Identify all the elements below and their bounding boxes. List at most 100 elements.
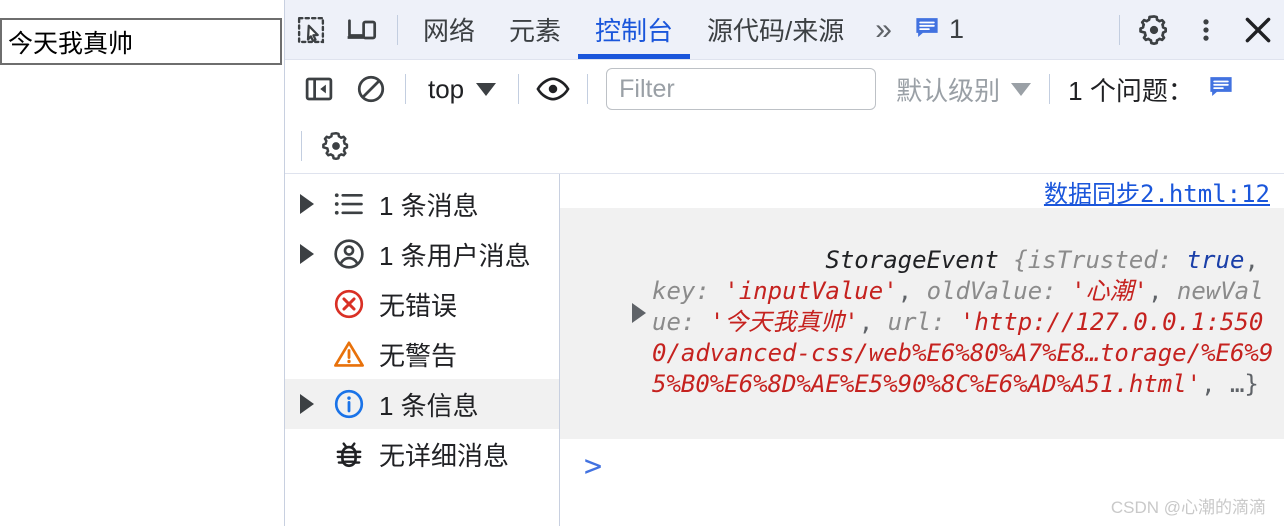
sep-0: ,	[1244, 246, 1274, 274]
more-tabs-label: »	[875, 12, 892, 46]
console-prompt[interactable]: >	[560, 439, 1284, 495]
sidebar-item-label: 无错误	[379, 290, 458, 321]
tab-network[interactable]: 网络	[406, 0, 492, 59]
source-link[interactable]: 数据同步2.html:12	[1044, 174, 1270, 209]
bug-icon	[331, 438, 367, 470]
field-sep-3: :	[680, 308, 710, 336]
sidebar-item-info[interactable]: 1 条信息	[285, 379, 559, 429]
gear-icon[interactable]	[1128, 0, 1180, 59]
sidebar-item-messages[interactable]: 1 条消息	[285, 179, 559, 229]
console-settings-toolbar	[285, 118, 1284, 174]
sidebar-item-label: 1 条消息	[379, 190, 479, 221]
filterbar-divider-1	[405, 74, 406, 104]
filter-input[interactable]	[606, 68, 877, 110]
devtools-panel: 网络 元素 控制台 源代码/来源 » 1 top Filter 默认级别 1 个…	[284, 0, 1284, 526]
filterbar-divider-4	[1049, 74, 1051, 104]
tabbar-right-controls	[1111, 0, 1284, 59]
field-value-3: '今天我真帅'	[709, 308, 859, 336]
field-sep-2: :	[1042, 277, 1072, 305]
console-filter-toolbar: top 默认级别 1 个问题：	[285, 59, 1284, 118]
console-sidebar: 1 条消息 1 条用户消息 无错误 无警告 1 条信息 无详细消息	[285, 174, 560, 526]
source-link-row: 数据同步2.html:12	[560, 174, 1284, 208]
message-count-value: 1	[948, 14, 964, 44]
devtools-tabbar: 网络 元素 控制台 源代码/来源 » 1	[285, 0, 1284, 59]
message-icon	[914, 14, 940, 45]
disclosure-triangle-icon[interactable]	[295, 394, 319, 414]
sidebar-item-user-messages[interactable]: 1 条用户消息	[285, 229, 559, 279]
field-value-2: '心潮'	[1071, 277, 1148, 305]
field-key-4: url	[887, 308, 931, 336]
sep-3: ,	[858, 308, 888, 336]
page-top-spacer	[0, 0, 284, 18]
clear-console-icon[interactable]	[345, 60, 397, 119]
tab-sources[interactable]: 源代码/来源	[690, 0, 861, 59]
message-ellipsis-tail: , …}	[1201, 370, 1259, 398]
tab-elements[interactable]: 元素	[492, 0, 578, 59]
log-level-value: 默认级别	[896, 75, 1001, 106]
tab-console-label: 控制台	[595, 16, 674, 46]
console-message[interactable]: StorageEvent {isTrusted: true, key: 'inp…	[560, 208, 1284, 439]
gear-icon[interactable]	[310, 116, 362, 175]
sep-2: ,	[1147, 277, 1177, 305]
list-icon	[331, 191, 367, 217]
console-message-text: StorageEvent {isTrusted: true, key: 'inp…	[652, 214, 1274, 431]
console-body: 1 条消息 1 条用户消息 无错误 无警告 1 条信息 无详细消息 数据同步2.…	[285, 174, 1284, 526]
disclosure-triangle-icon[interactable]	[632, 303, 646, 323]
tabbar-divider	[397, 14, 398, 45]
page-under-test	[0, 0, 284, 526]
field-key-2: oldValue	[926, 277, 1043, 305]
console-output: 数据同步2.html:12 StorageEvent {isTrusted: t…	[560, 174, 1284, 526]
execution-context-select[interactable]: top	[414, 74, 510, 105]
message-icon	[1208, 73, 1234, 106]
info-icon	[331, 388, 367, 420]
person-icon	[331, 238, 367, 270]
sep-1: ,	[897, 277, 927, 305]
chevron-down-icon	[476, 82, 497, 96]
field-key-0: isTrusted	[1027, 246, 1158, 274]
message-count-badge[interactable]: 1	[902, 0, 972, 59]
sidebar-item-warnings[interactable]: 无警告	[285, 329, 559, 379]
tab-elements-label: 元素	[509, 16, 562, 46]
error-icon	[331, 288, 367, 320]
sidebar-item-label: 1 条用户消息	[379, 240, 531, 271]
sidebar-item-label: 无警告	[379, 340, 458, 371]
screenshot-root: 网络 元素 控制台 源代码/来源 »	[0, 0, 1284, 526]
chevron-down-icon	[1011, 82, 1032, 96]
message-constructor: StorageEvent	[825, 246, 999, 274]
device-toolbar-icon[interactable]	[337, 0, 389, 59]
field-key-1: key	[652, 277, 696, 305]
disclosure-triangle-icon[interactable]	[295, 194, 319, 214]
close-icon[interactable]	[1232, 0, 1284, 59]
settingsbar-divider	[301, 130, 302, 161]
tabbar-right-divider	[1119, 14, 1120, 45]
field-sep-0: :	[1157, 246, 1187, 274]
prompt-chevron-icon: >	[584, 449, 603, 484]
watermark: CSDN @心潮的滴滴	[1110, 498, 1266, 517]
tab-sources-label: 源代码/来源	[707, 16, 845, 46]
show-console-sidebar-icon[interactable]	[293, 60, 345, 119]
field-value-1: 'inputValue'	[724, 277, 898, 305]
tab-network-label: 网络	[423, 16, 476, 46]
sidebar-item-label: 无详细消息	[379, 440, 510, 471]
execution-context-value: top	[428, 73, 465, 104]
filterbar-divider-3	[587, 74, 589, 104]
issues-label: 1 个问题：	[1068, 75, 1194, 106]
inspect-element-icon[interactable]	[285, 0, 337, 59]
log-level-select[interactable]: 默认级别	[886, 71, 1041, 108]
field-sep-4: :	[930, 308, 960, 336]
disclosure-triangle-icon[interactable]	[295, 244, 319, 264]
input-value-field[interactable]	[0, 18, 282, 65]
sidebar-item-label: 1 条信息	[379, 390, 479, 421]
message-open-brace: {	[998, 246, 1028, 274]
filterbar-divider-2	[518, 74, 520, 104]
issues-summary[interactable]: 1 个问题：	[1058, 71, 1244, 108]
sidebar-item-verbose[interactable]: 无详细消息	[285, 429, 559, 479]
sidebar-item-errors[interactable]: 无错误	[285, 279, 559, 329]
field-sep-1: :	[695, 277, 725, 305]
more-vertical-icon[interactable]	[1180, 0, 1232, 59]
more-tabs-icon[interactable]: »	[861, 0, 902, 59]
field-value-0: true	[1186, 246, 1245, 274]
live-expression-icon[interactable]	[527, 60, 579, 119]
tab-console[interactable]: 控制台	[578, 0, 691, 59]
warning-icon	[331, 339, 367, 369]
